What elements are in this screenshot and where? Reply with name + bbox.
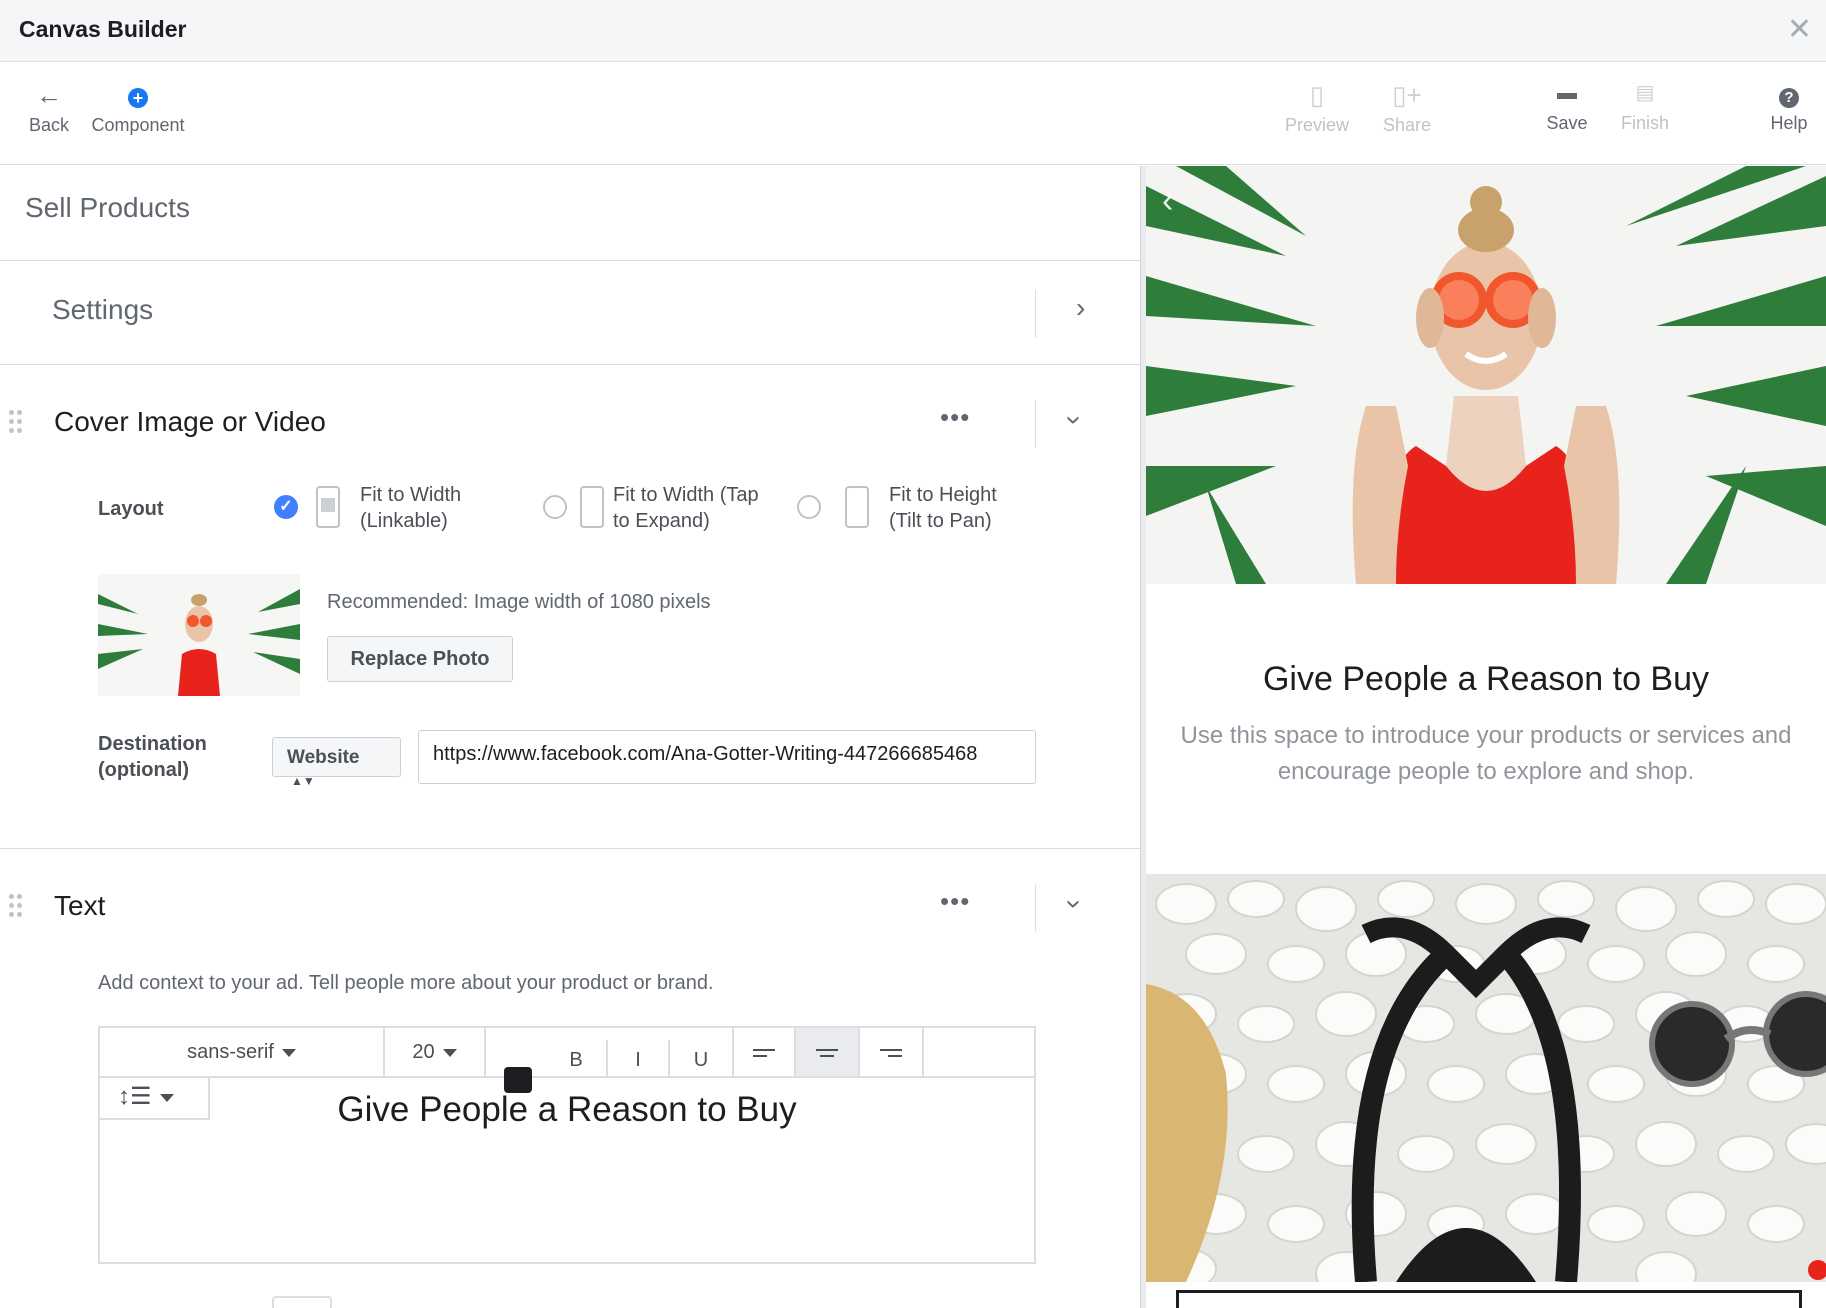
layout-radio-tap-expand[interactable] <box>543 495 567 519</box>
font-size-value: 20 <box>412 1041 435 1063</box>
divider <box>1035 400 1036 448</box>
window-title: Canvas Builder <box>19 16 187 42</box>
phone-tilt-icon <box>845 486 869 528</box>
caret-down-icon <box>442 1048 457 1057</box>
rich-text-editor: sans-serif 20 B I U ↕☰ Give People a Rea… <box>98 1026 1036 1264</box>
divider <box>0 848 1140 849</box>
more-options-icon[interactable]: ••• <box>940 886 970 917</box>
layout-label: Layout <box>98 498 164 520</box>
phone-icon: ▯ <box>1309 80 1325 110</box>
save-label: Save <box>1546 113 1588 133</box>
divider <box>486 1076 1034 1078</box>
align-right-button[interactable] <box>860 1028 924 1076</box>
cover-thumbnail <box>98 574 300 696</box>
component-label: Component <box>91 115 185 135</box>
bold-button[interactable]: B <box>546 1040 608 1076</box>
drag-handle-icon[interactable] <box>9 894 23 920</box>
preview-body: Use this space to introduce your product… <box>1180 722 1792 785</box>
divider <box>0 364 1140 365</box>
layout-option-3[interactable]: Fit to Height (Tilt to Pan) <box>889 482 997 534</box>
phone-expand-icon <box>580 486 604 528</box>
next-control[interactable] <box>272 1296 332 1308</box>
layout-option-3-line2: (Tilt to Pan) <box>889 510 992 532</box>
share-device-icon: ▯+ <box>1392 80 1422 110</box>
save-button[interactable]: ▬ Save <box>1540 75 1594 134</box>
preview-label: Preview <box>1284 115 1350 135</box>
align-center-button[interactable] <box>796 1028 860 1076</box>
preview-product-image <box>1146 874 1826 1282</box>
underline-button[interactable]: U <box>670 1040 732 1076</box>
italic-button[interactable]: I <box>608 1040 670 1076</box>
text-content[interactable]: Give People a Reason to Buy <box>100 1090 1034 1130</box>
replace-photo-button[interactable]: Replace Photo <box>327 636 513 682</box>
help-label: Help <box>1770 113 1808 133</box>
image-recommendation: Recommended: Image width of 1080 pixels <box>327 591 711 613</box>
divider <box>0 260 1140 261</box>
finish-icon: ▤ <box>1635 82 1655 104</box>
chevron-left-icon[interactable]: ‹ <box>1162 182 1173 221</box>
destination-label: Destination (optional) <box>98 731 207 783</box>
component-button[interactable]: + Component <box>88 77 188 136</box>
align-right-icon <box>880 1045 902 1061</box>
more-options-icon[interactable]: ••• <box>940 402 970 433</box>
align-left-button[interactable] <box>732 1028 796 1076</box>
settings-label[interactable]: Settings <box>52 294 153 326</box>
destination-label-line1: Destination <box>98 733 207 755</box>
layout-option-1[interactable]: Fit to Width (Linkable) <box>360 482 461 534</box>
toolbar: ← Back + Component ▯ Preview ▯+ Share ▬ … <box>0 63 1826 165</box>
chevron-down-icon[interactable]: › <box>1059 899 1091 908</box>
add-circle-icon: + <box>128 88 148 108</box>
divider <box>1035 884 1036 932</box>
preview-heading: Give People a Reason to Buy <box>1262 660 1710 698</box>
chevron-down-icon[interactable]: › <box>1059 415 1091 424</box>
layout-option-2[interactable]: Fit to Width (Tap to Expand) <box>613 482 759 534</box>
title-bar: Canvas Builder ✕ <box>0 0 1826 62</box>
share-button[interactable]: ▯+ Share <box>1374 77 1440 136</box>
destination-label-line2: (optional) <box>98 759 190 781</box>
font-family-value: sans-serif <box>187 1041 274 1063</box>
layout-option-1-line2: (Linkable) <box>360 510 448 532</box>
destination-url-input[interactable]: https://www.facebook.com/Ana-Gotter-Writ… <box>418 730 1036 784</box>
font-size-select[interactable]: 20 <box>385 1028 486 1076</box>
drag-handle-icon[interactable] <box>9 410 23 436</box>
preview-panel: ‹ Give People a Reason to Buy Use this s… <box>1146 166 1826 1308</box>
help-icon: ? <box>1779 88 1799 108</box>
finish-label: Finish <box>1620 113 1669 133</box>
arrow-left-icon: ← <box>36 80 62 110</box>
canvas-name[interactable]: Sell Products <box>25 192 190 224</box>
finish-button[interactable]: ▤ Finish <box>1616 75 1674 134</box>
chevron-right-icon[interactable]: › <box>1076 292 1085 324</box>
layout-option-1-line1: Fit to Width <box>360 484 462 506</box>
layout-option-2-line1: Fit to Width (Tap <box>613 484 759 506</box>
caret-down-icon <box>281 1048 296 1057</box>
preview-button[interactable]: ▯ Preview <box>1280 77 1354 136</box>
text-help: Add context to your ad. Tell people more… <box>98 972 714 994</box>
close-icon[interactable]: ✕ <box>1787 12 1812 47</box>
folder-icon: ▬ <box>1557 82 1577 104</box>
phone-layout-icon <box>316 486 340 528</box>
back-button[interactable]: ← Back <box>26 77 72 136</box>
align-center-icon <box>816 1045 838 1061</box>
help-button[interactable]: ? Help <box>1766 75 1812 134</box>
editor-panel: Sell Products Settings › Cover Image or … <box>0 166 1140 1308</box>
layout-radio-fit-width[interactable]: ✓ <box>274 495 298 519</box>
layout-option-2-line2: to Expand) <box>613 510 710 532</box>
preview-cover-image: ‹ <box>1146 166 1826 584</box>
back-label: Back <box>28 115 70 135</box>
layout-radio-tilt-pan[interactable] <box>797 495 821 519</box>
cover-title: Cover Image or Video <box>54 406 326 437</box>
share-label: Share <box>1382 115 1432 135</box>
divider <box>1035 290 1036 338</box>
font-family-select[interactable]: sans-serif <box>100 1028 385 1076</box>
layout-option-3-line1: Fit to Height <box>889 484 997 506</box>
align-left-icon <box>753 1045 775 1061</box>
destination-type-value: Website <box>287 747 360 768</box>
preview-next-component <box>1176 1290 1802 1308</box>
sort-arrows-icon: ▲▼ <box>291 774 315 788</box>
destination-type-select[interactable]: Website ▲▼ <box>272 737 401 788</box>
text-card-title: Text <box>54 890 106 921</box>
